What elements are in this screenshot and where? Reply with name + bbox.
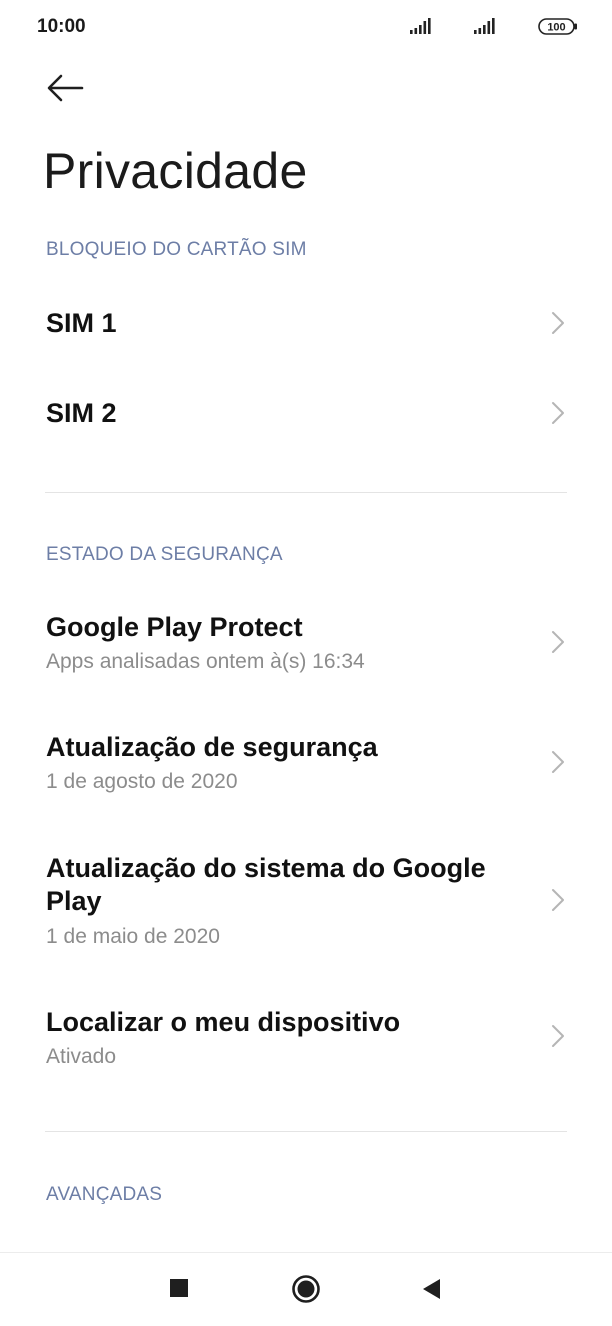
chevron-right-icon [552, 312, 564, 334]
back-button[interactable] [40, 66, 88, 110]
chevron-right-icon [552, 402, 564, 424]
item-subtitle: Ativado [46, 1045, 117, 1068]
arrow-left-icon [47, 74, 84, 102]
triangle-icon[interactable] [421, 1278, 441, 1300]
list-item-find-my-device[interactable]: Localizar o meu dispositivo Ativado [0, 994, 612, 1080]
chevron-right-icon [552, 631, 564, 653]
status-time: 10:00 [37, 16, 86, 37]
list-item-sim-1[interactable]: SIM 1 [0, 292, 612, 356]
section-header-advanced: AVANÇADAS [46, 1184, 163, 1205]
item-title: Google Play Protect [46, 612, 303, 642]
section-divider [45, 1131, 567, 1132]
list-item-sim-2[interactable]: SIM 2 [0, 382, 612, 446]
list-item-google-play-protect[interactable]: Google Play Protect Apps analisadas onte… [0, 600, 612, 686]
section-divider [45, 492, 567, 493]
battery-level: 100 [547, 22, 565, 34]
list-item-security-update[interactable]: Atualização de segurança 1 de agosto de … [0, 720, 612, 806]
signal-strength-icon [410, 18, 431, 34]
battery-icon: 100 [538, 18, 577, 35]
chevron-right-icon [552, 1025, 564, 1047]
status-bar: 10:00 100 [0, 0, 612, 56]
item-title: Atualização de segurança [46, 732, 378, 762]
circle-icon[interactable] [291, 1274, 321, 1304]
navigation-bar [0, 1252, 612, 1326]
square-icon[interactable] [170, 1279, 188, 1297]
privacy-settings-screen: 10:00 100 Privacidade BLOQUEIO DO CARTÃO… [0, 0, 612, 1326]
item-title: SIM 2 [46, 398, 117, 428]
item-title: SIM 1 [46, 308, 117, 338]
page-title: Privacidade [43, 143, 308, 199]
chevron-right-icon [552, 889, 564, 911]
signal-strength-icon [474, 18, 495, 34]
list-item-google-play-system-update[interactable]: Atualização do sistema do Google Play 1 … [0, 842, 612, 958]
chevron-right-icon [552, 751, 564, 773]
item-title: Atualização do sistema do Google Play [46, 853, 486, 916]
item-subtitle: 1 de agosto de 2020 [46, 770, 238, 793]
item-title: Localizar o meu dispositivo [46, 1007, 401, 1037]
section-header-sim-lock: BLOQUEIO DO CARTÃO SIM [46, 239, 307, 260]
item-subtitle: Apps analisadas ontem à(s) 16:34 [46, 650, 365, 673]
item-subtitle: 1 de maio de 2020 [46, 925, 220, 948]
section-header-security-status: ESTADO DA SEGURANÇA [46, 544, 283, 565]
